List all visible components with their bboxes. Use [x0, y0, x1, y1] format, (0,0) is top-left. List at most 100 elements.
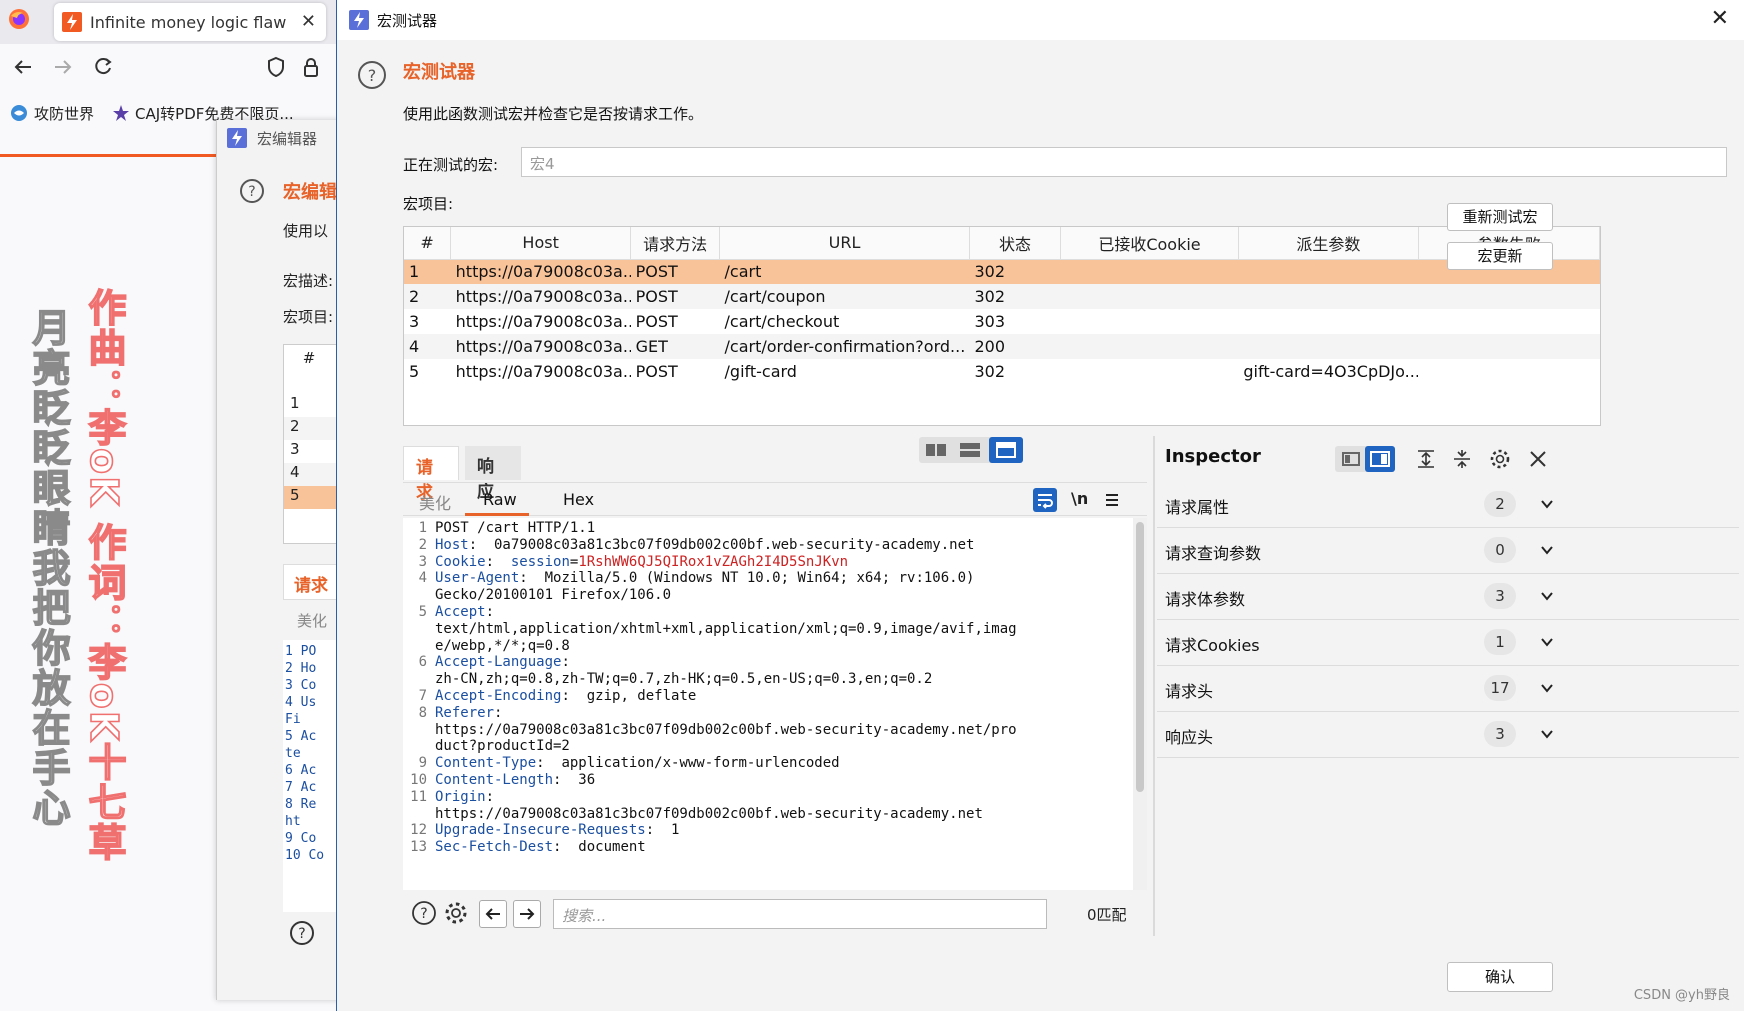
tab-hex[interactable]: Hex	[563, 490, 594, 509]
csdn-watermark: CSDN @yh野良	[1633, 988, 1730, 1003]
chevron-down-icon[interactable]	[1539, 542, 1555, 558]
column-header[interactable]: Host	[450, 227, 632, 260]
code-line: zh-CN,zh;q=0.8,zh-TW;q=0.7,zh-HK;q=0.5,e…	[435, 671, 932, 688]
column-header[interactable]: #	[404, 227, 452, 260]
table-cell	[1060, 334, 1239, 359]
code-text: : document	[553, 839, 646, 856]
tab-raw[interactable]: Raw	[483, 490, 517, 509]
search-bar: ? 搜索... 0匹配	[403, 890, 1147, 938]
collapse-all-icon[interactable]	[1451, 448, 1473, 470]
macro-editor-window: 宏编辑器 ? 宏编辑 使用以 宏描述: 宏项目: #1 2 3 4 5 请求 美化 1 …	[216, 120, 347, 1000]
chevron-down-icon[interactable]	[1539, 680, 1555, 696]
ok-button[interactable]: 确认	[1447, 962, 1553, 992]
inspector-section[interactable]: 请求查询参数 0	[1157, 528, 1739, 574]
inspector-section[interactable]: 请求属性 2	[1157, 482, 1739, 528]
table-row[interactable]: 5 https://0a79008c03a... POST/gift-card 302…	[404, 359, 1600, 384]
tab-response[interactable]: 响应	[465, 446, 521, 502]
inspector-divider[interactable]	[1153, 436, 1155, 936]
code-line: 7 Ac	[285, 780, 317, 795]
table-cell: POST	[630, 259, 720, 284]
chevron-down-icon[interactable]	[1539, 634, 1555, 650]
code-line: 10 Co	[285, 848, 325, 863]
code-line: Sec-Fetch-Dest: document	[435, 839, 646, 856]
shield-icon[interactable]	[266, 56, 286, 78]
inspector-count-badge: 0	[1484, 537, 1516, 563]
close-icon[interactable]: ✕	[1711, 6, 1729, 31]
previous-match-button[interactable]	[479, 900, 507, 928]
request-editor[interactable]: 1 POST /cart HTTP/1.1 2 Host: 0a79008c03a81…	[403, 518, 1133, 890]
help-icon[interactable]: ?	[239, 178, 265, 204]
browser-tab-active[interactable]: Infinite money logic flaw ✕	[54, 3, 326, 41]
help-icon[interactable]: ?	[411, 900, 437, 926]
next-match-button[interactable]	[513, 900, 541, 928]
line-number: 7	[418, 688, 427, 704]
code-text: : gzip, deflate	[561, 688, 697, 704]
expand-all-icon[interactable]	[1415, 448, 1437, 470]
table-row[interactable]: 4 https://0a79008c03a... GET/cart/order-co…	[404, 334, 1600, 359]
gear-icon[interactable]	[1489, 448, 1511, 470]
split-horizontal-icon[interactable]	[923, 441, 949, 459]
editor-tab-label: 请求	[294, 576, 328, 596]
dock-left-icon[interactable]	[1339, 450, 1363, 468]
chevron-down-icon[interactable]	[1539, 496, 1555, 512]
table-row[interactable]: 1 https://0a79008c03a... POST/cart 302	[404, 259, 1600, 284]
show-newlines-toggle[interactable]: \n	[1071, 489, 1088, 508]
request-editor-scrollbar[interactable]	[1133, 518, 1147, 890]
column-header[interactable]: URL	[719, 227, 970, 260]
search-input[interactable]: 搜索...	[553, 899, 1047, 929]
firefox-icon[interactable]	[8, 8, 30, 30]
single-pane-icon[interactable]	[989, 437, 1023, 463]
code-line: Fi	[285, 712, 301, 727]
line-number: 6	[418, 654, 427, 671]
inspector-section[interactable]: 请求头 17	[1157, 666, 1739, 712]
inspector-panel: Inspector 请求属性 2 请求查询参数 0 请求体参数 3 请求Cookies 1 请求…	[1153, 436, 1741, 956]
inspector-section[interactable]: 响应头 3	[1157, 712, 1739, 758]
close-icon[interactable]	[1527, 448, 1549, 470]
close-tab-icon[interactable]: ✕	[301, 11, 316, 32]
line-number: 8	[418, 704, 427, 721]
help-icon[interactable]: ?	[357, 60, 387, 90]
header-name: Accept	[435, 604, 486, 620]
inspector-section[interactable]: 请求体参数 3	[1157, 574, 1739, 620]
menu-icon[interactable]	[1103, 491, 1121, 509]
table-header-row: #Host请求方法URL状态已接收Cookie派生参数参数失败	[404, 227, 1601, 260]
help-icon[interactable]: ?	[289, 920, 315, 946]
table-row[interactable]: 3 https://0a79008c03a... POST/cart/checkou…	[404, 309, 1600, 334]
code-line: te	[285, 746, 301, 761]
reload-icon[interactable]	[92, 56, 114, 78]
code-line: 1 PO	[285, 644, 317, 659]
chevron-down-icon[interactable]	[1539, 726, 1555, 742]
table-cell: 200	[969, 334, 1061, 359]
code-line: https://0a79008c03a81c3bc07f09db002c00bf…	[435, 722, 1017, 739]
code-line: 8 Re	[285, 797, 317, 812]
back-arrow-icon[interactable]	[12, 56, 34, 78]
editor-subtab[interactable]: 美化	[297, 610, 327, 631]
macro-under-test-field[interactable]: 宏4	[521, 147, 1727, 177]
inspector-section[interactable]: 请求Cookies 1	[1157, 620, 1739, 666]
page-title: 宏测试器	[403, 62, 475, 83]
code-text: https://0a79008c03a81c3bc07f09db002c00bf…	[435, 721, 1017, 738]
split-vertical-icon[interactable]	[957, 441, 983, 459]
table-cell	[1061, 309, 1239, 334]
column-header[interactable]: 请求方法	[630, 227, 721, 260]
tab-request[interactable]: 请求	[403, 446, 459, 503]
table-cell	[1060, 284, 1239, 309]
lock-icon[interactable]	[302, 56, 320, 78]
update-macro-button[interactable]: 宏更新	[1447, 242, 1553, 270]
dock-right-icon[interactable]	[1365, 446, 1395, 472]
column-header[interactable]: 已接收Cookie	[1060, 227, 1239, 260]
column-header[interactable]: 派生参数	[1238, 227, 1419, 260]
burp-icon	[227, 128, 247, 148]
tab-pretty[interactable]: 美化	[419, 490, 451, 514]
chevron-down-icon[interactable]	[1539, 588, 1555, 604]
wrap-lines-icon[interactable]	[1033, 488, 1057, 512]
gear-icon[interactable]	[443, 900, 469, 926]
editor-heading: 宏编辑	[283, 182, 337, 203]
forward-arrow-icon[interactable]	[52, 56, 74, 78]
table-row[interactable]: 2 https://0a79008c03a... POST/cart/coupon 3…	[404, 284, 1600, 309]
scrollbar-thumb[interactable]	[1136, 522, 1144, 792]
retest-macro-button[interactable]: 重新测试宏	[1447, 203, 1553, 231]
code-line: Referer:	[435, 705, 502, 722]
bookmark-item[interactable]: 攻防世界	[34, 103, 94, 124]
column-header[interactable]: 状态	[969, 227, 1062, 260]
